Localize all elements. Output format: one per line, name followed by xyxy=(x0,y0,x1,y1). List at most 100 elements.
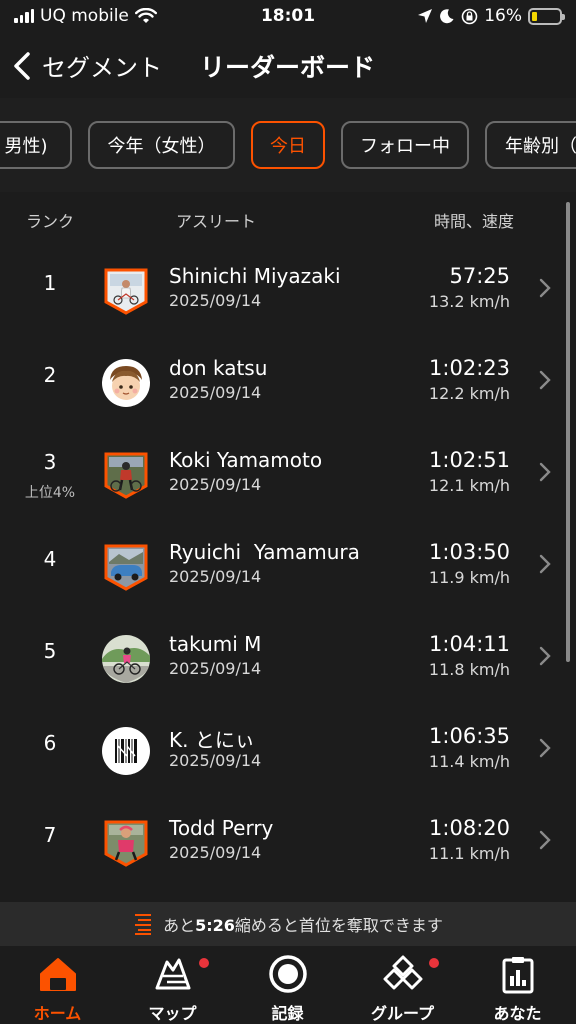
leaderboard-row[interactable]: 7 Todd Perry 2025/09/14 1:08:20 11.1 km/… xyxy=(0,798,560,890)
athlete-avatar[interactable] xyxy=(101,726,151,776)
nav-item-map[interactable]: マップ xyxy=(115,954,230,1024)
effort-speed: 11.4 km/h xyxy=(428,752,510,771)
moon-icon xyxy=(440,9,454,24)
filter-chip-following[interactable]: フォロー中 xyxy=(341,121,469,169)
page-title: リーダーボード xyxy=(200,53,376,82)
leaderboard-row[interactable]: 6 K. とにぃ 2025/09/14 1:06:35 11.4 km/h xyxy=(0,706,560,798)
nav-label: あなた xyxy=(493,1004,542,1023)
chevron-left-icon xyxy=(14,51,30,80)
effort-speed: 11.9 km/h xyxy=(428,568,510,587)
kom-gap-notice: あと5:26縮めると首位を奪取できます xyxy=(0,902,576,946)
leaderboard-row[interactable]: 1 Shinichi Miyazaki 2025/09/14 57:25 13.… xyxy=(0,246,560,338)
rank-number: 6 xyxy=(43,731,57,755)
chevron-right-icon xyxy=(539,830,551,850)
notification-dot xyxy=(199,958,209,968)
leaderboard-row[interactable]: 5 takumi M 2025/09/14 1:04:11 11.8 km/h xyxy=(0,614,560,706)
rank-percentile: 上位4% xyxy=(24,485,76,501)
rank-number: 3 xyxy=(43,450,57,474)
effort-time: 1:03:50 xyxy=(429,540,510,564)
notification-dot xyxy=(429,958,439,968)
rank-number: 2 xyxy=(43,363,57,387)
chevron-right-icon xyxy=(539,554,551,574)
filter-chip-today[interactable]: 今日 xyxy=(251,121,325,169)
rank-number: 1 xyxy=(43,271,57,295)
notice-time-gap: 5:26 xyxy=(195,916,235,935)
effort-date: 2025/09/14 xyxy=(169,567,262,586)
filter-chip-age-group[interactable]: 年齢別（ xyxy=(485,121,576,169)
effort-speed: 11.8 km/h xyxy=(428,660,510,679)
effort-date: 2025/09/14 xyxy=(169,751,262,770)
leaderboard-row[interactable]: 2 don katsu 2025/09/14 1:02:23 12.2 km/h xyxy=(0,338,560,430)
effort-speed: 12.2 km/h xyxy=(428,384,510,403)
chevron-right-icon xyxy=(539,370,551,390)
athlete-name[interactable]: K. とにぃ xyxy=(169,724,255,753)
notice-text: あと5:26縮めると首位を奪取できます xyxy=(163,912,443,936)
effort-date: 2025/09/14 xyxy=(169,843,262,862)
athlete-avatar[interactable] xyxy=(101,358,151,408)
nav-item-groups[interactable]: グループ xyxy=(345,954,460,1024)
athlete-name[interactable]: Ryuichi Yamamura xyxy=(169,540,360,564)
groups-icon xyxy=(383,955,422,990)
bottom-navigation: ホーム マップ 記録 グループ あなた xyxy=(0,946,576,1024)
nav-item-home[interactable]: ホーム xyxy=(0,954,115,1024)
chevron-right-icon xyxy=(539,278,551,298)
athlete-avatar[interactable] xyxy=(101,634,151,684)
nav-label: ホーム xyxy=(33,1004,82,1023)
leaderboard-row[interactable]: 4 Ryuichi Yamamura 2025/09/14 1:03:50 11… xyxy=(0,522,560,614)
chevron-right-icon xyxy=(539,462,551,482)
rank-number: 4 xyxy=(43,547,57,571)
filter-bar: 男性) 今年（女性） 今日 フォロー中 年齢別（ xyxy=(0,98,576,192)
location-arrow-icon xyxy=(418,9,433,23)
filter-chip-male[interactable]: 男性) xyxy=(0,121,72,169)
nav-label: 記録 xyxy=(271,1004,304,1023)
notice-prefix: あと xyxy=(163,916,196,935)
chevron-right-icon xyxy=(539,738,551,758)
athlete-name[interactable]: takumi M xyxy=(169,632,261,656)
nav-label: マップ xyxy=(148,1004,197,1023)
effort-time: 1:04:11 xyxy=(429,632,510,656)
effort-speed: 12.1 km/h xyxy=(428,476,510,495)
athlete-name[interactable]: Shinichi Miyazaki xyxy=(169,264,341,288)
athlete-avatar[interactable] xyxy=(101,450,151,500)
effort-time: 57:25 xyxy=(449,264,510,288)
effort-date: 2025/09/14 xyxy=(169,475,262,494)
chevron-right-icon xyxy=(539,646,551,666)
athlete-avatar[interactable] xyxy=(101,818,151,868)
athlete-name[interactable]: don katsu xyxy=(169,356,267,380)
athlete-name[interactable]: Koki Yamamoto xyxy=(169,448,322,472)
map-icon xyxy=(155,958,190,990)
leaderboard-table: ランク アスリート 時間、速度 1 Shinichi Miyazaki 2025… xyxy=(0,192,576,902)
effort-date: 2025/09/14 xyxy=(169,291,262,310)
column-header-result: 時間、速度 xyxy=(433,212,514,231)
battery-percent: 16% xyxy=(484,6,522,26)
nav-label: グループ xyxy=(370,1004,435,1023)
effort-time: 1:02:51 xyxy=(429,448,510,472)
orientation-lock-icon xyxy=(461,8,478,24)
effort-time: 1:06:35 xyxy=(429,724,510,748)
leaderboard-icon xyxy=(135,914,152,935)
rank-number: 7 xyxy=(43,823,57,847)
filter-chip-this-year-female[interactable]: 今年（女性） xyxy=(88,121,235,169)
app-header: セグメント リーダーボード xyxy=(0,34,576,98)
nav-item-you[interactable]: あなた xyxy=(460,954,575,1024)
rank-number: 5 xyxy=(43,639,57,663)
effort-speed: 13.2 km/h xyxy=(428,292,510,311)
back-button[interactable]: セグメント xyxy=(12,48,162,83)
effort-time: 1:02:23 xyxy=(429,356,510,380)
status-right: 16% xyxy=(417,6,565,26)
effort-speed: 11.1 km/h xyxy=(428,844,510,863)
athlete-name[interactable]: Todd Perry xyxy=(169,816,273,840)
leaderboard-row[interactable]: 3 上位4% Koki Yamamoto 2025/09/14 1:02:51 … xyxy=(0,430,560,522)
column-header-athlete: アスリート xyxy=(176,212,257,231)
nav-item-record[interactable]: 記録 xyxy=(230,954,345,1024)
record-icon xyxy=(268,955,307,993)
notice-suffix: 縮めると首位を奪取できます xyxy=(234,916,443,935)
back-label: セグメント xyxy=(42,54,162,82)
athlete-avatar[interactable] xyxy=(101,266,151,316)
status-bar: UQ mobile 18:01 16% xyxy=(0,0,576,34)
scrollbar[interactable] xyxy=(566,202,570,662)
effort-date: 2025/09/14 xyxy=(169,659,262,678)
effort-time: 1:08:20 xyxy=(429,816,510,840)
athlete-avatar[interactable] xyxy=(101,542,151,592)
effort-date: 2025/09/14 xyxy=(169,383,262,402)
